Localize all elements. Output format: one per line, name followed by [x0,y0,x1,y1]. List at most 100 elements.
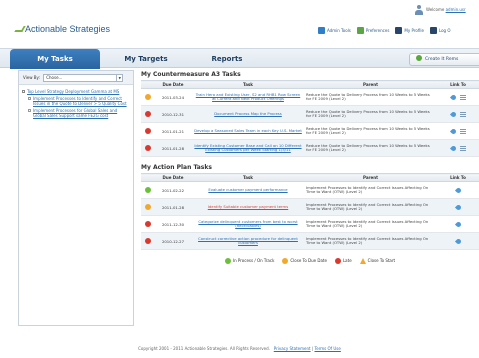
view-by-label: View By: [23,75,40,80]
copyright-text: Copyright 2001 - 2011 Actionable Strateg… [138,346,270,351]
status-green-icon [224,258,231,264]
toplink-label: Admin Tools [327,27,351,33]
link-pin-icon[interactable] [449,93,457,101]
due-date-cell: 2011-01-21 [154,122,192,140]
due-date-cell: 2011-02-22 [154,181,192,199]
view-by-select[interactable]: Chose... ▼ [43,74,124,82]
link-pin-icon[interactable] [454,186,462,194]
table-row: 2011-01-28 Identify Suitable customer pay… [141,198,479,216]
tree-leaf-icon [28,109,31,112]
app-title: Actionable Strategies [25,24,111,34]
action-plan-table: Due Date Task Parent Link To 2011-02-22 E… [141,173,479,250]
parent-cell: Implement Processes to Identify and Corr… [304,198,437,216]
tree-child-item[interactable]: Implement Processes for Global Sales and… [28,108,130,118]
status-cell [141,139,154,157]
col-parent[interactable]: Parent [304,80,437,89]
status-orange-icon [144,203,151,210]
link-list-icon[interactable] [459,94,466,100]
legend-label: Close To Start [367,258,396,263]
create-items-button[interactable]: Create It Rems [409,53,479,66]
task-cell: Categorize delinquent customers from bes… [192,215,304,233]
link-pin-icon[interactable] [454,220,462,228]
status-red-icon [144,127,151,134]
tab-my-targets[interactable]: My Targets [118,49,174,69]
page-footer: Copyright 2001 - 2011 Actionable Strateg… [0,346,479,351]
col-task[interactable]: Task [192,80,304,89]
link-to-cell [437,198,479,216]
parent-text: Reduce the Quote to Delivery Process fro… [306,108,430,118]
status-red-icon [144,237,151,244]
status-cell [141,88,154,106]
parent-cell: Reduce the Quote to Delivery Process fro… [304,139,437,157]
view-by-value: Chose... [46,75,63,80]
parent-cell: Implement Processes to Identify and Corr… [304,232,437,250]
tree-child-label: Implement Processes for Global Sales and… [33,108,118,118]
status-cell [141,215,154,233]
link-list-icon[interactable] [459,145,466,151]
col-due-date[interactable]: Due Date [154,173,192,182]
status-tri-icon [359,258,366,264]
status-cell [141,122,154,140]
user-area: Welcome admin.usr [409,4,479,20]
collapse-toggle-icon[interactable] [22,90,25,93]
tree-child-item[interactable]: Implement Processes to Identify and Corr… [28,96,130,106]
status-cell [141,105,154,123]
toplink-label: Preferences [365,27,390,33]
status-cell [141,181,154,199]
link-pin-icon[interactable] [454,237,462,245]
link-list-icon[interactable] [459,111,466,117]
plus-icon [416,55,422,61]
due-date-cell: 2011-03-24 [154,88,192,106]
col-link-to: Link To [437,173,479,182]
legend-item: Close To Due Date [282,258,327,264]
toplink-label: My Profile [404,27,424,33]
toplink-preferences[interactable]: Preferences [356,27,390,34]
link-pin-icon[interactable] [449,127,457,135]
legend-item: Close To Start [359,258,396,264]
legend-label: Late [342,258,352,263]
due-date-cell: 2010-12-27 [154,232,192,250]
toplink-logout[interactable]: Log O [429,27,451,34]
link-pin-icon[interactable] [449,144,457,152]
terms-link[interactable]: Terms Of Use [314,346,340,351]
privacy-link[interactable]: Privacy Statement [274,346,311,351]
tab-reports[interactable]: Reports [202,49,252,69]
task-link[interactable]: Identify Existing Customer Base and Call… [194,143,302,153]
task-link[interactable]: Identify Suitable customer payment terms [194,204,302,210]
action-plan-section-title: My Action Plan Tasks [141,164,212,171]
parent-cell: Implement Processes to Identify and Corr… [304,181,437,199]
user-avatar-icon [415,5,423,16]
link-to-cell [437,215,479,233]
task-link[interactable]: Develop a Seasoned Sales Team in each Ke… [194,128,302,134]
strategy-tree: Top Level Strategy Deployment Gamma at M… [19,85,133,124]
status-cell [141,232,154,250]
task-link[interactable]: Categorize delinquent customers from bes… [194,219,302,229]
link-to-cell [437,122,479,140]
link-list-icon[interactable] [459,128,466,134]
status-legend: In Process / On Track Close To Due Date La… [141,258,479,264]
col-task[interactable]: Task [192,173,304,182]
toplink-admin-tools[interactable]: Admin Tools [318,27,351,34]
task-link[interactable]: Document Process Map the Process [194,111,302,117]
countermeasure-section-title: My Countermeasure A3 Tasks [141,71,241,78]
username-link[interactable]: admin.usr [446,7,466,12]
status-green-icon [144,186,151,193]
status-cell [141,198,154,216]
link-pin-icon[interactable] [449,110,457,118]
tab-my-tasks[interactable]: My Tasks [10,49,100,69]
status-orange-icon [282,258,289,264]
chevron-down-icon: ▼ [116,75,122,81]
task-link[interactable]: Train Hero and Existing User, S2 and RHB… [194,92,302,102]
parent-cell: Reduce the Quote to Delivery Process fro… [304,122,437,140]
col-due-date[interactable]: Due Date [154,80,192,89]
tree-node[interactable]: Top Level Strategy Deployment Gamma at M… [22,89,130,94]
status-red-icon [144,144,151,151]
task-link[interactable]: Construct corrective action procedure fo… [194,236,302,246]
app-logo[interactable]: Actionable Strategies [14,24,111,34]
col-parent[interactable]: Parent [304,173,437,182]
task-link[interactable]: Evaluate customer payment performance [194,187,302,193]
parent-text: Implement Processes to Identify and Corr… [306,235,429,245]
main-content: My Countermeasure A3 Tasks Due Date Task… [141,70,479,264]
link-pin-icon[interactable] [454,203,462,211]
toplink-profile[interactable]: My Profile [395,27,424,34]
